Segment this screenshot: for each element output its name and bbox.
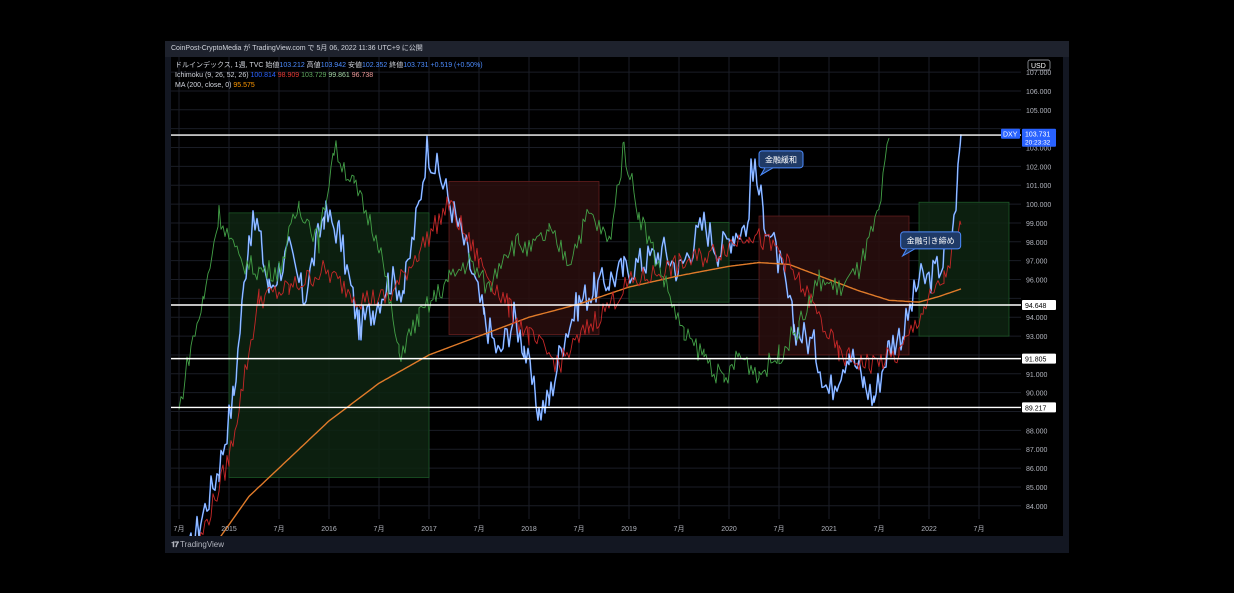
- y-tick-label: 106.000: [1026, 89, 1051, 96]
- x-tick-label: 2018: [521, 526, 537, 533]
- y-tick-label: 101.000: [1026, 183, 1051, 190]
- legend-value: Ichimoku (9, 26, 52, 26): [175, 72, 249, 79]
- chart-window: CoinPost-CryptoMedia が TradingView.com で…: [165, 41, 1069, 557]
- legend-value: 103.731: [403, 62, 428, 69]
- x-tick-label: 7月: [374, 525, 385, 533]
- y-tick-label: 87.000: [1026, 447, 1048, 454]
- legend-row: MA (200, close, 0) 95.575: [175, 82, 255, 89]
- x-tick-label: 2017: [421, 526, 437, 533]
- y-tick-label: 105.000: [1026, 108, 1051, 115]
- y-tick-label: 90.000: [1026, 391, 1048, 398]
- annotation-text: 金融引き締め: [907, 235, 955, 245]
- y-tick-label: 96.000: [1026, 278, 1048, 285]
- ichimoku-cloud: [448, 181, 600, 336]
- y-tick-label: 94.000: [1026, 315, 1048, 322]
- x-tick-label: 2022: [921, 526, 937, 533]
- x-tick-label: 7月: [974, 525, 985, 533]
- x-tick-label: 2019: [621, 526, 637, 533]
- legend-value: MA (200, close, 0): [175, 82, 231, 89]
- y-tick-label: 88.000: [1026, 428, 1048, 435]
- y-tick-label: 99.000: [1026, 221, 1048, 228]
- tradingview-footer: 𝟏𝟕 TradingView: [171, 536, 224, 553]
- x-tick-label: 7月: [874, 525, 885, 533]
- y-tick-label: 91.000: [1026, 372, 1048, 379]
- legend-value: 95.575: [231, 82, 254, 89]
- legend-value: 安値: [346, 60, 362, 69]
- y-tick-label: 107.000: [1026, 70, 1051, 77]
- legend-value: 終値: [387, 60, 403, 69]
- legend-value: 100.814: [249, 72, 276, 79]
- x-tick-label: 2020: [721, 526, 737, 533]
- x-tick-label: 2015: [221, 526, 237, 533]
- legend-value: +0.519 (+0.50%): [429, 62, 483, 69]
- legend-value: 102.352: [362, 62, 387, 69]
- tradingview-brand: TradingView: [179, 540, 225, 549]
- y-tick-label: 84.000: [1026, 504, 1048, 511]
- y-tick-label: 85.000: [1026, 485, 1048, 492]
- x-tick-label: 7月: [474, 525, 485, 533]
- x-tick-label: 7月: [274, 525, 285, 533]
- x-tick-label: 2016: [321, 526, 337, 533]
- y-tick-label: 98.000: [1026, 240, 1048, 247]
- y-tick-label: 100.000: [1026, 202, 1051, 209]
- y-tick-label: 93.000: [1026, 334, 1048, 341]
- symbol-tag-text: DXY: [1003, 132, 1018, 139]
- legend-value: 103.729: [299, 72, 326, 79]
- legend-value: 99.861: [326, 72, 349, 79]
- legend-value: 高値: [305, 60, 321, 69]
- legend-row: ドルインデックス, 1週, TVC 始値103.212 高値103.942 安値…: [175, 60, 483, 69]
- currency-badge-text: USD: [1031, 63, 1046, 70]
- y-tick-label: 97.000: [1026, 259, 1048, 266]
- last-price-value: 103.731: [1025, 132, 1050, 139]
- legend-value: 103.212: [279, 62, 304, 69]
- x-tick-label: 7月: [774, 525, 785, 533]
- countdown-value: 20:23:32: [1025, 140, 1051, 147]
- tradingview-logo-icon: 𝟏𝟕: [171, 540, 179, 549]
- dxy-chart-svg[interactable]: 103.65994.64891.80589.21784.00085.00086.…: [171, 57, 1063, 557]
- level-label: 94.648: [1025, 303, 1047, 310]
- x-tick-label: 2021: [821, 526, 837, 533]
- chart-area[interactable]: 103.65994.64891.80589.21784.00085.00086.…: [171, 57, 1063, 557]
- legend-value: ドルインデックス, 1週, TVC: [175, 60, 263, 69]
- level-label: 89.217: [1025, 405, 1047, 412]
- annotation-text: 金融緩和: [765, 154, 797, 164]
- y-tick-label: 102.000: [1026, 164, 1051, 171]
- legend-value: 98.909: [276, 72, 299, 79]
- legend-value: 始値: [263, 60, 279, 69]
- level-label: 91.805: [1025, 357, 1047, 364]
- publish-attribution: CoinPost-CryptoMedia が TradingView.com で…: [171, 45, 423, 52]
- legend-row: Ichimoku (9, 26, 52, 26) 100.814 98.909 …: [175, 72, 373, 79]
- y-tick-label: 86.000: [1026, 466, 1048, 473]
- x-tick-label: 7月: [174, 525, 185, 533]
- x-tick-label: 7月: [674, 525, 685, 533]
- legend-value: 96.738: [350, 72, 373, 79]
- legend-value: 103.942: [321, 62, 346, 69]
- publish-info-bar: CoinPost-CryptoMedia が TradingView.com で…: [165, 41, 1069, 57]
- x-tick-label: 7月: [574, 525, 585, 533]
